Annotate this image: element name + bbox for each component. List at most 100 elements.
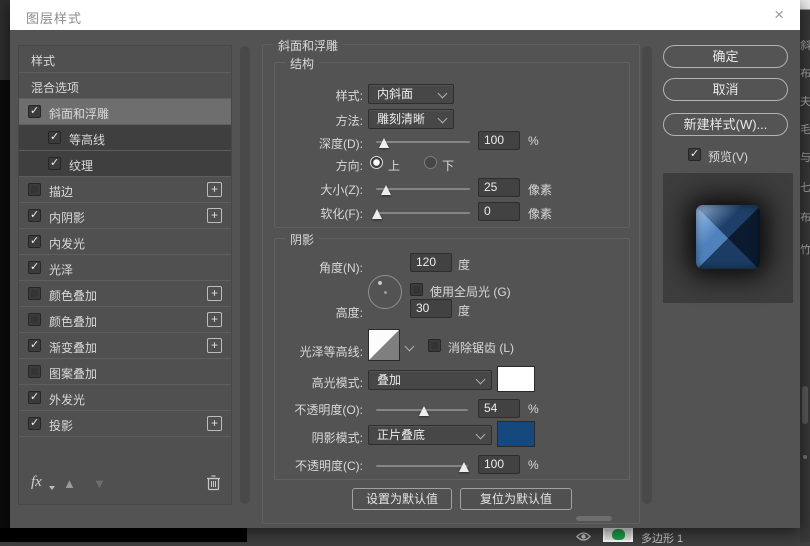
sidebar-item-label: 斜面和浮雕 (49, 105, 109, 122)
checkbox-unchecked[interactable] (28, 365, 41, 378)
add-effect-icon[interactable]: + (207, 286, 222, 301)
close-icon[interactable]: × (774, 5, 784, 25)
checkbox-unchecked[interactable] (28, 287, 41, 300)
move-effect-up-icon[interactable]: ▲ (63, 476, 76, 491)
size-input[interactable]: 25 (478, 178, 520, 197)
sidebar-scrollbar[interactable] (240, 46, 250, 504)
soften-label: 软化(F): (320, 205, 363, 222)
checkbox-checked[interactable] (28, 339, 41, 352)
dialog-titlebar[interactable]: 图层样式 × (10, 0, 800, 30)
angle-unit: 度 (458, 256, 470, 273)
soften-input[interactable]: 0 (478, 202, 520, 221)
sidebar-item-texture[interactable]: 纹理 (19, 150, 231, 176)
opacity-shadow-slider-track[interactable] (376, 465, 468, 467)
move-effect-down-icon[interactable]: ▼ (93, 476, 106, 491)
shadow-mode-value: 正片叠底 (377, 428, 425, 442)
sidebar-item-styles[interactable]: 样式 (19, 46, 231, 72)
sidebar-item-pattern-overlay[interactable]: 图案叠加 (19, 358, 231, 384)
depth-slider-track[interactable] (376, 141, 470, 143)
sidebar-item-satin[interactable]: 光泽 (19, 254, 231, 280)
checkbox-checked[interactable] (48, 157, 61, 170)
anti-alias-checkbox[interactable] (428, 339, 441, 352)
sidebar-item-color-overlay-2[interactable]: 颜色叠加+ (19, 306, 231, 332)
size-slider-thumb[interactable] (381, 185, 391, 195)
technique-dropdown[interactable]: 雕刻清晰 (368, 109, 454, 129)
layer-thumbnail[interactable] (603, 527, 633, 542)
ok-button[interactable]: 确定 (663, 45, 788, 68)
angle-dial[interactable] (368, 275, 402, 309)
soften-slider-track[interactable] (376, 212, 470, 214)
clipped-glyph: 毛 (800, 124, 810, 136)
altitude-input[interactable]: 30 (410, 299, 452, 318)
sidebar-item-gradient-overlay[interactable]: 渐变叠加 + (19, 332, 231, 358)
checkbox-checked[interactable] (28, 235, 41, 248)
canvas-background (0, 528, 247, 542)
layer-visibility-eye-icon[interactable] (576, 531, 591, 542)
opacity-shadow-slider-thumb[interactable] (459, 462, 469, 472)
effects-list-footer: fx ▲ ▼ (19, 474, 231, 496)
shadow-mode-label: 阴影模式: (312, 429, 363, 446)
depth-slider-thumb[interactable] (379, 138, 389, 148)
sidebar-item-outer-glow[interactable]: 外发光 (19, 384, 231, 410)
checkbox-checked[interactable] (28, 391, 41, 404)
angle-marker-dot (378, 281, 382, 285)
sidebar-item-label: 混合选项 (31, 79, 79, 96)
sidebar-item-inner-shadow[interactable]: 内阴影 + (19, 202, 231, 228)
panel-scrollbar[interactable] (642, 46, 652, 504)
chevron-down-icon (438, 114, 448, 124)
direction-up-radio[interactable] (370, 156, 383, 169)
checkbox-unchecked[interactable] (28, 313, 41, 326)
add-effect-icon[interactable]: + (207, 182, 222, 197)
sidebar-item-color-overlay-1[interactable]: 颜色叠加+ (19, 280, 231, 306)
occluded-scrollbar-thumb (802, 386, 808, 424)
add-effect-icon[interactable]: + (207, 416, 222, 431)
preview-checkbox[interactable] (688, 148, 701, 161)
shadow-color-swatch[interactable] (497, 421, 535, 447)
depth-unit: % (528, 134, 539, 148)
sidebar-item-label: 渐变叠加 (49, 339, 97, 356)
chevron-down-icon (476, 430, 486, 440)
highlight-color-swatch[interactable] (497, 366, 535, 392)
fx-menu-button[interactable]: fx (31, 474, 42, 491)
opacity-shadow-input[interactable]: 100 (478, 455, 520, 474)
style-value: 内斜面 (377, 87, 413, 101)
cancel-button[interactable]: 取消 (663, 78, 788, 101)
shadow-mode-dropdown[interactable]: 正片叠底 (368, 425, 492, 445)
use-global-light-checkbox[interactable] (410, 283, 423, 296)
clipped-glyph: 夫 (800, 96, 810, 108)
add-effect-icon[interactable]: + (207, 312, 222, 327)
angle-input[interactable]: 120 (410, 253, 452, 272)
reset-default-button[interactable]: 复位为默认值 (460, 488, 572, 510)
opacity-highlight-input[interactable]: 54 (478, 399, 520, 418)
scrollbar-horizontal-thumb[interactable] (576, 516, 612, 521)
checkbox-checked[interactable] (28, 417, 41, 430)
sidebar-item-bevel-emboss[interactable]: 斜面和浮雕 (19, 98, 231, 124)
sidebar-item-label: 纹理 (69, 157, 93, 174)
add-effect-icon[interactable]: + (207, 208, 222, 223)
depth-input[interactable]: 100 (478, 131, 520, 150)
delete-effect-trash-icon[interactable] (206, 474, 221, 491)
sidebar-item-label: 内阴影 (49, 209, 85, 226)
style-dropdown[interactable]: 内斜面 (368, 84, 454, 104)
sidebar-item-drop-shadow[interactable]: 投影+ (19, 410, 231, 436)
checkbox-checked[interactable] (28, 209, 41, 222)
sidebar-item-inner-glow[interactable]: 内发光 (19, 228, 231, 254)
sidebar-item-blending-options[interactable]: 混合选项 (19, 72, 231, 98)
sidebar-item-contour[interactable]: 等高线 (19, 124, 231, 150)
add-effect-icon[interactable]: + (207, 338, 222, 353)
gloss-contour-swatch[interactable] (368, 329, 400, 361)
checkbox-unchecked[interactable] (28, 183, 41, 196)
sidebar-item-stroke[interactable]: 描边+ (19, 176, 231, 202)
opacity-highlight-slider-thumb[interactable] (419, 406, 429, 416)
checkbox-checked[interactable] (28, 261, 41, 274)
layer-name-label[interactable]: 多边形 1 (641, 530, 683, 546)
checkbox-checked[interactable] (48, 131, 61, 144)
set-default-button[interactable]: 设置为默认值 (352, 488, 452, 510)
soften-slider-thumb[interactable] (372, 209, 382, 219)
highlight-mode-dropdown[interactable]: 叠加 (368, 370, 492, 390)
sidebar-item-label: 样式 (31, 52, 55, 69)
checkbox-checked[interactable] (28, 105, 41, 118)
direction-down-radio[interactable] (424, 156, 437, 169)
highlight-mode-label: 高光模式: (312, 374, 363, 391)
new-style-button[interactable]: 新建样式(W)... (663, 113, 788, 136)
